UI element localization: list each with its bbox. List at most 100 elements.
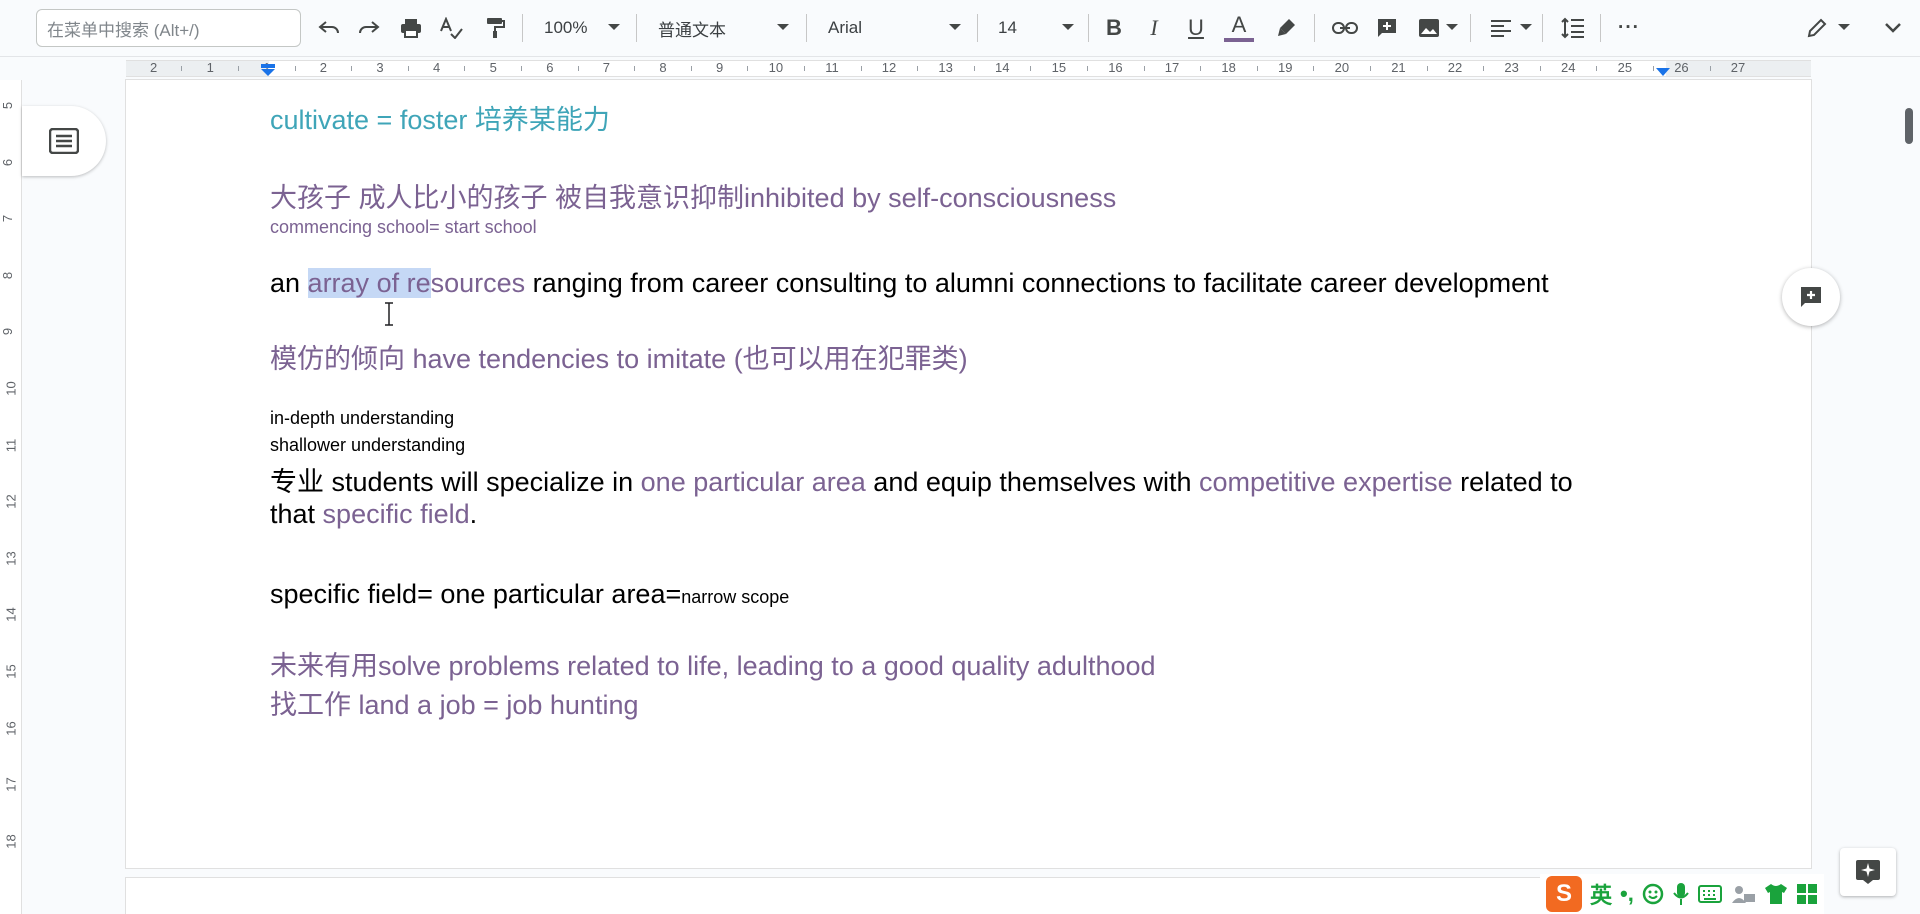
ruler-number: 6 [546, 60, 554, 75]
left-indent-marker-icon[interactable] [259, 64, 277, 76]
ruler-number: 25 [1617, 60, 1633, 75]
text-run: one particular area [640, 467, 866, 497]
italic-icon[interactable]: I [1138, 8, 1170, 48]
link-icon[interactable] [1328, 8, 1362, 48]
font-size-select[interactable]: 14 [998, 8, 1058, 48]
ruler-tick [1143, 66, 1145, 71]
skin-shirt-icon[interactable] [1764, 883, 1788, 905]
undo-icon[interactable] [312, 8, 346, 48]
vertical-ruler-number: 6 [0, 158, 16, 166]
doc-line[interactable]: in-depth understanding [270, 408, 454, 429]
ruler-number: 27 [1730, 60, 1746, 75]
document-outline-button[interactable] [22, 106, 106, 176]
right-indent-marker-icon[interactable] [1655, 67, 1671, 77]
doc-line-specific-field[interactable]: that specific field. [270, 499, 477, 530]
user-service-icon[interactable] [1730, 884, 1756, 904]
spellcheck-icon[interactable] [434, 8, 468, 48]
print-icon[interactable] [394, 8, 428, 48]
ruler-tick [973, 66, 975, 71]
ruler-number: 16 [1108, 60, 1123, 75]
text-run: narrow scope [681, 587, 790, 607]
line-spacing-icon[interactable] [1556, 8, 1590, 48]
doc-line[interactable]: commencing school= start school [270, 217, 537, 238]
bold-icon[interactable]: B [1098, 8, 1130, 48]
toolbar-divider [1470, 14, 1471, 42]
ime-language-toggle[interactable]: 英 [1590, 878, 1612, 910]
ime-punctuation-toggle[interactable]: •, [1620, 881, 1634, 907]
doc-line[interactable]: 大孩子 成人比小的孩子 被自我意识抑制inhibited by self-con… [270, 176, 1116, 215]
doc-line[interactable]: 模仿的倾向 have tendencies to imitate (也可以用在犯… [270, 337, 968, 376]
ruler-number: 20 [1334, 60, 1350, 75]
ruler-number: 2 [319, 60, 328, 75]
editing-mode-pencil-icon[interactable] [1800, 8, 1834, 48]
doc-line[interactable]: cultivate = foster 培养某能力 [270, 98, 610, 137]
collapse-menus-icon[interactable] [1876, 8, 1910, 48]
menu-search-placeholder: 在菜单中搜索 (Alt+/) [47, 20, 200, 40]
ruler-tick [577, 66, 579, 71]
doc-line-narrow-scope[interactable]: specific field= one particular area=narr… [270, 579, 789, 610]
text-run: that [270, 499, 323, 529]
doc-line-array-of-resources[interactable]: an array of resources ranging from caree… [270, 268, 1549, 299]
underline-icon[interactable]: U [1180, 8, 1212, 48]
sogou-logo[interactable]: S [1546, 876, 1582, 912]
explore-sparkle-icon [1856, 860, 1880, 884]
toolbar-divider [1314, 14, 1315, 42]
ruler-number: 7 [602, 60, 611, 75]
chevron-down-icon [1520, 24, 1532, 30]
ruler-tick [294, 66, 296, 71]
insert-image-icon[interactable] [1412, 8, 1446, 48]
horizontal-ruler[interactable]: 2112345678910111213141516171819202122232… [0, 57, 1920, 80]
vertical-ruler[interactable]: 5 6 7 8 9 10 11 12 13 14 15 16 17 18 [0, 80, 22, 914]
outline-list-icon [49, 128, 79, 154]
ruler-tick [1426, 66, 1428, 71]
ruler-tick [520, 66, 522, 71]
chevron-down-icon [1446, 24, 1458, 30]
chevron-down-icon [1838, 24, 1850, 30]
align-left-icon[interactable] [1484, 8, 1518, 48]
ruler-tick [1709, 66, 1711, 71]
ruler-tick [860, 66, 862, 71]
paint-format-icon[interactable] [478, 8, 512, 48]
scrollbar-thumb[interactable] [1905, 108, 1913, 144]
ruler-tick [690, 66, 692, 71]
highlight-icon[interactable] [1270, 8, 1304, 48]
text-cursor-icon [385, 302, 393, 326]
ruler-number: 24 [1561, 60, 1576, 75]
vertical-scrollbar[interactable] [1897, 80, 1920, 914]
redo-icon[interactable] [352, 8, 386, 48]
ruler-tick [464, 66, 466, 71]
text-color-icon[interactable]: A [1222, 8, 1256, 48]
menu-search-input[interactable]: 在菜单中搜索 (Alt+/) [36, 9, 301, 47]
vertical-ruler-number: 18 [3, 834, 19, 849]
emoji-icon[interactable] [1642, 883, 1664, 905]
ruler-tick [1539, 66, 1541, 71]
font-family-value: Arial [828, 18, 863, 37]
doc-line[interactable]: shallower understanding [270, 435, 465, 456]
ime-toolbar: S 英 •, [1540, 874, 1824, 914]
doc-line[interactable]: 找工作 land a job = job hunting [270, 683, 638, 722]
font-family-select[interactable]: Arial [828, 8, 968, 48]
explore-button[interactable] [1840, 848, 1896, 896]
vertical-ruler-number: 17 [3, 777, 19, 792]
ruler-tick [1086, 66, 1088, 71]
add-comment-button[interactable] [1782, 268, 1840, 326]
toolbar-divider [1542, 14, 1543, 42]
vertical-ruler-number: 12 [3, 494, 19, 509]
vertical-ruler-number: 9 [0, 328, 16, 336]
keyboard-icon[interactable] [1697, 885, 1722, 903]
doc-line[interactable]: 未来有用solve problems related to life, lead… [270, 644, 1156, 683]
vertical-ruler-number: 8 [0, 271, 16, 279]
toolbox-grid-icon[interactable] [1796, 883, 1818, 905]
vertical-ruler-number: 15 [3, 664, 19, 679]
ruler-tick [1369, 66, 1371, 71]
microphone-icon[interactable] [1672, 882, 1690, 906]
text-run: and equip themselves with [865, 467, 1199, 497]
ruler-tick [634, 66, 636, 71]
add-comment-icon [1801, 287, 1821, 307]
text-run: specific field [322, 499, 470, 529]
toolbar-divider [806, 14, 807, 42]
ruler-tick [747, 66, 749, 71]
more-options-icon[interactable]: ··· [1612, 8, 1646, 48]
doc-line-specialize[interactable]: 专业 students will specialize in one parti… [270, 460, 1573, 499]
add-comment-icon[interactable] [1370, 8, 1404, 48]
